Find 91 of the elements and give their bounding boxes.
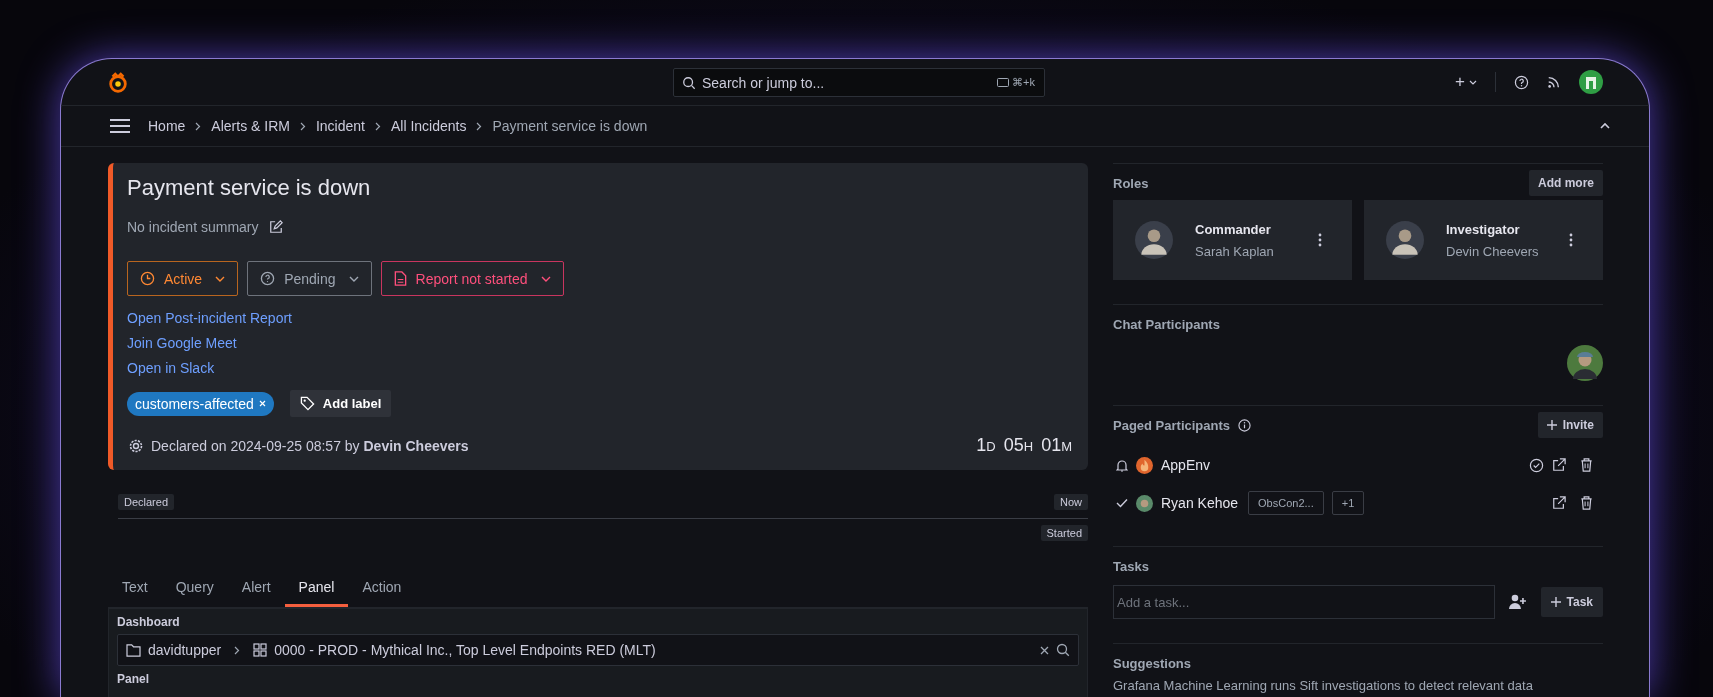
- add-task-button[interactable]: Task: [1540, 587, 1603, 617]
- incident-title: Payment service is down: [127, 175, 372, 201]
- declared-text: Declared on 2024-09-25 08:57 by Devin Cheevers: [151, 437, 469, 454]
- field-label: Dashboard: [117, 615, 181, 629]
- caret-icon: [540, 275, 551, 282]
- caret-icon: [348, 275, 359, 282]
- label-tag[interactable]: customers-affected: [127, 391, 274, 416]
- avatar-icon: [1135, 221, 1173, 259]
- section-title: Chat Participants: [1113, 316, 1220, 332]
- chevron-icon: [195, 121, 202, 131]
- collapse-icon[interactable]: [1599, 122, 1611, 130]
- close-icon[interactable]: [258, 400, 266, 407]
- fire-icon: [1136, 456, 1153, 474]
- caret-icon: [1469, 79, 1477, 85]
- tag-icon: [299, 396, 315, 411]
- link[interactable]: Join Google Meet: [127, 335, 237, 351]
- timeline-marker: Declared: [118, 494, 175, 510]
- rss-icon[interactable]: [1547, 75, 1561, 89]
- clock-icon: [140, 271, 155, 286]
- breadcrumb-link[interactable]: Alerts & IRM: [211, 118, 290, 134]
- chevron-icon: [375, 121, 381, 131]
- external-link-icon[interactable]: [1552, 496, 1566, 510]
- tab[interactable]: Query: [161, 571, 228, 607]
- link[interactable]: Open in Slack: [127, 360, 215, 376]
- status-dropdown[interactable]: Active: [127, 261, 239, 296]
- folder-icon: [126, 643, 141, 657]
- suggestions-text: Grafana Machine Learning runs Sift investigations to detect relevant data: [1113, 678, 1534, 693]
- person-name: Devin Cheevers: [1446, 243, 1540, 259]
- chevron-icon: [299, 121, 306, 131]
- breadcrumb-link[interactable]: All Incidents: [391, 118, 467, 134]
- duration-text: 1D 05H 01M: [976, 435, 1072, 456]
- participant-name: Ryan Kehoe: [1161, 495, 1239, 511]
- external-link-icon[interactable]: [1552, 458, 1566, 472]
- plus-icon: [1546, 420, 1557, 430]
- edit-icon[interactable]: [268, 220, 283, 234]
- more-icon[interactable]: [1318, 233, 1322, 247]
- check-icon: [1116, 498, 1128, 508]
- section-title: Suggestions: [1113, 655, 1191, 671]
- search-icon[interactable]: [1056, 643, 1070, 657]
- status-dropdown[interactable]: Pending: [247, 261, 372, 296]
- info-icon[interactable]: [1238, 418, 1252, 432]
- tab[interactable]: Action: [348, 571, 416, 607]
- new-button[interactable]: +: [1455, 72, 1477, 92]
- caret-icon: [215, 275, 226, 282]
- check-circle-icon[interactable]: [1529, 457, 1544, 473]
- incident-summary: No incident summary: [127, 219, 259, 235]
- section-title: Tasks: [1113, 558, 1149, 574]
- section-title: Paged Participants: [1113, 417, 1231, 433]
- more-icon[interactable]: [1569, 233, 1573, 247]
- chevron-icon: [476, 121, 483, 131]
- avatar-icon: [1386, 221, 1424, 259]
- document-icon: [393, 271, 407, 286]
- add-more-button[interactable]: Add more: [1529, 170, 1603, 196]
- menu-icon[interactable]: [110, 119, 130, 133]
- avatar-icon: [1567, 345, 1603, 381]
- help-icon[interactable]: [1514, 74, 1529, 90]
- shortcut-hint: ⌘+k: [1012, 76, 1035, 89]
- question-icon: [260, 271, 276, 286]
- team-tag: +1: [1331, 491, 1365, 515]
- grid-icon: [253, 643, 268, 657]
- timeline-marker: Now: [1054, 494, 1088, 510]
- clear-icon[interactable]: [1040, 645, 1049, 655]
- breadcrumb-link[interactable]: Incident: [315, 118, 365, 134]
- dashboard-picker[interactable]: davidtupper 0000 - PROD - Mythical Inc., Top Level Endpoints RED (MLT): [117, 634, 1079, 666]
- avatar-icon: [1136, 494, 1153, 512]
- trash-icon[interactable]: [1580, 458, 1593, 472]
- keyboard-icon: [997, 78, 1010, 87]
- timeline-marker: Started: [1040, 525, 1088, 541]
- chevron-icon: [234, 645, 241, 655]
- user-avatar-icon[interactable]: [1579, 70, 1603, 94]
- trash-icon[interactable]: [1580, 496, 1593, 510]
- tab[interactable]: Alert: [227, 571, 285, 607]
- logo-icon[interactable]: [107, 72, 129, 94]
- add-label-button[interactable]: Add label: [289, 390, 392, 417]
- task-input[interactable]: Add a task...: [1113, 585, 1495, 619]
- link[interactable]: Open Post-incident Report: [127, 310, 292, 326]
- team-tag: ObsCon2...: [1248, 491, 1324, 515]
- bell-icon: [1116, 458, 1128, 472]
- role-name: Commander: [1195, 221, 1272, 237]
- tab[interactable]: Text: [108, 571, 162, 607]
- role-name: Investigator: [1446, 221, 1521, 237]
- search-icon: [682, 76, 696, 90]
- status-dropdown[interactable]: Report not started: [380, 261, 564, 296]
- breadcrumb-link[interactable]: Home: [148, 118, 186, 134]
- person-name: Sarah Kaplan: [1195, 243, 1275, 259]
- add-user-icon[interactable]: [1508, 594, 1527, 610]
- participant-name: AppEnv: [1161, 457, 1211, 473]
- section-title: Roles: [1113, 175, 1149, 191]
- invite-button[interactable]: Invite: [1537, 412, 1603, 438]
- plus-icon: [1550, 597, 1561, 607]
- field-label: Panel: [117, 672, 150, 686]
